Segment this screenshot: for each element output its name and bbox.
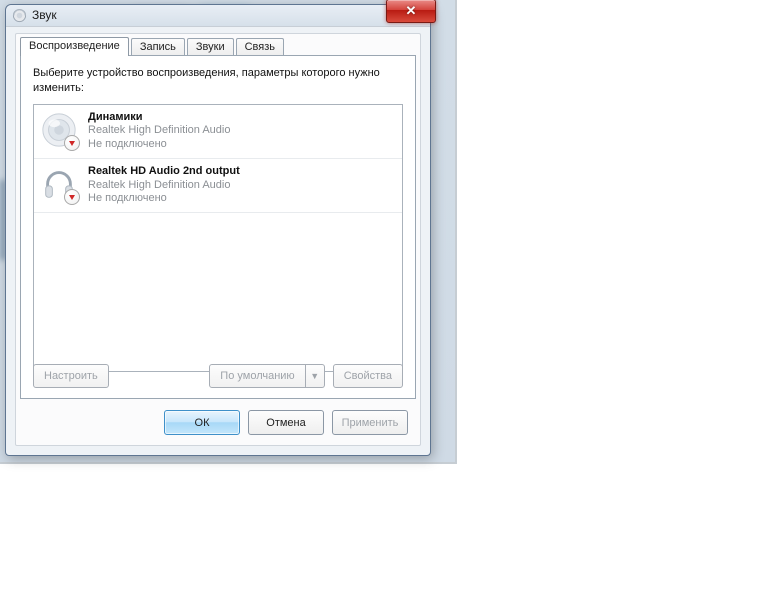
device-item[interactable]: Динамики Realtek High Definition Audio Н…: [34, 105, 402, 159]
dialog-button-row: ОК Отмена Применить: [164, 410, 408, 435]
instruction-text: Выберите устройство воспроизведения, пар…: [33, 66, 403, 96]
close-icon: ✕: [406, 3, 417, 19]
sound-dialog: Звук ✕ Воспроизведение Запись Звуки Связ…: [5, 4, 431, 456]
configure-button[interactable]: Настроить: [33, 364, 109, 388]
device-driver: Realtek High Definition Audio: [88, 124, 230, 138]
chevron-down-icon[interactable]: ▼: [306, 364, 325, 388]
client-area: Воспроизведение Запись Звуки Связь Выбер…: [15, 33, 421, 446]
status-down-icon: [64, 135, 80, 151]
tab-strip: Воспроизведение Запись Звуки Связь: [20, 37, 286, 56]
set-default-split-button[interactable]: По умолчанию ▼: [209, 364, 324, 388]
playback-panel: Выберите устройство воспроизведения, пар…: [20, 55, 416, 399]
set-default-button[interactable]: По умолчанию: [209, 364, 305, 388]
device-name: Realtek HD Audio 2nd output: [88, 165, 240, 179]
status-down-icon: [64, 189, 80, 205]
ok-button[interactable]: ОК: [164, 410, 240, 435]
headphones-icon: [40, 165, 78, 203]
close-button[interactable]: ✕: [386, 0, 436, 23]
speaker-icon: [40, 111, 78, 149]
device-name: Динамики: [88, 111, 230, 125]
panel-button-row: Настроить По умолчанию ▼ Свойства: [33, 364, 403, 388]
properties-button[interactable]: Свойства: [333, 364, 403, 388]
cancel-button[interactable]: Отмена: [248, 410, 324, 435]
device-list[interactable]: Динамики Realtek High Definition Audio Н…: [33, 104, 403, 372]
device-text: Динамики Realtek High Definition Audio Н…: [88, 111, 230, 152]
device-item[interactable]: Realtek HD Audio 2nd output Realtek High…: [34, 159, 402, 213]
tab-playback[interactable]: Воспроизведение: [20, 37, 129, 56]
device-driver: Realtek High Definition Audio: [88, 179, 240, 193]
sound-icon: [12, 8, 27, 23]
device-status: Не подключено: [88, 192, 240, 206]
window-title: Звук: [32, 8, 57, 22]
device-status: Не подключено: [88, 138, 230, 152]
apply-button[interactable]: Применить: [332, 410, 408, 435]
titlebar[interactable]: Звук ✕: [6, 5, 430, 27]
device-text: Realtek HD Audio 2nd output Realtek High…: [88, 165, 240, 206]
